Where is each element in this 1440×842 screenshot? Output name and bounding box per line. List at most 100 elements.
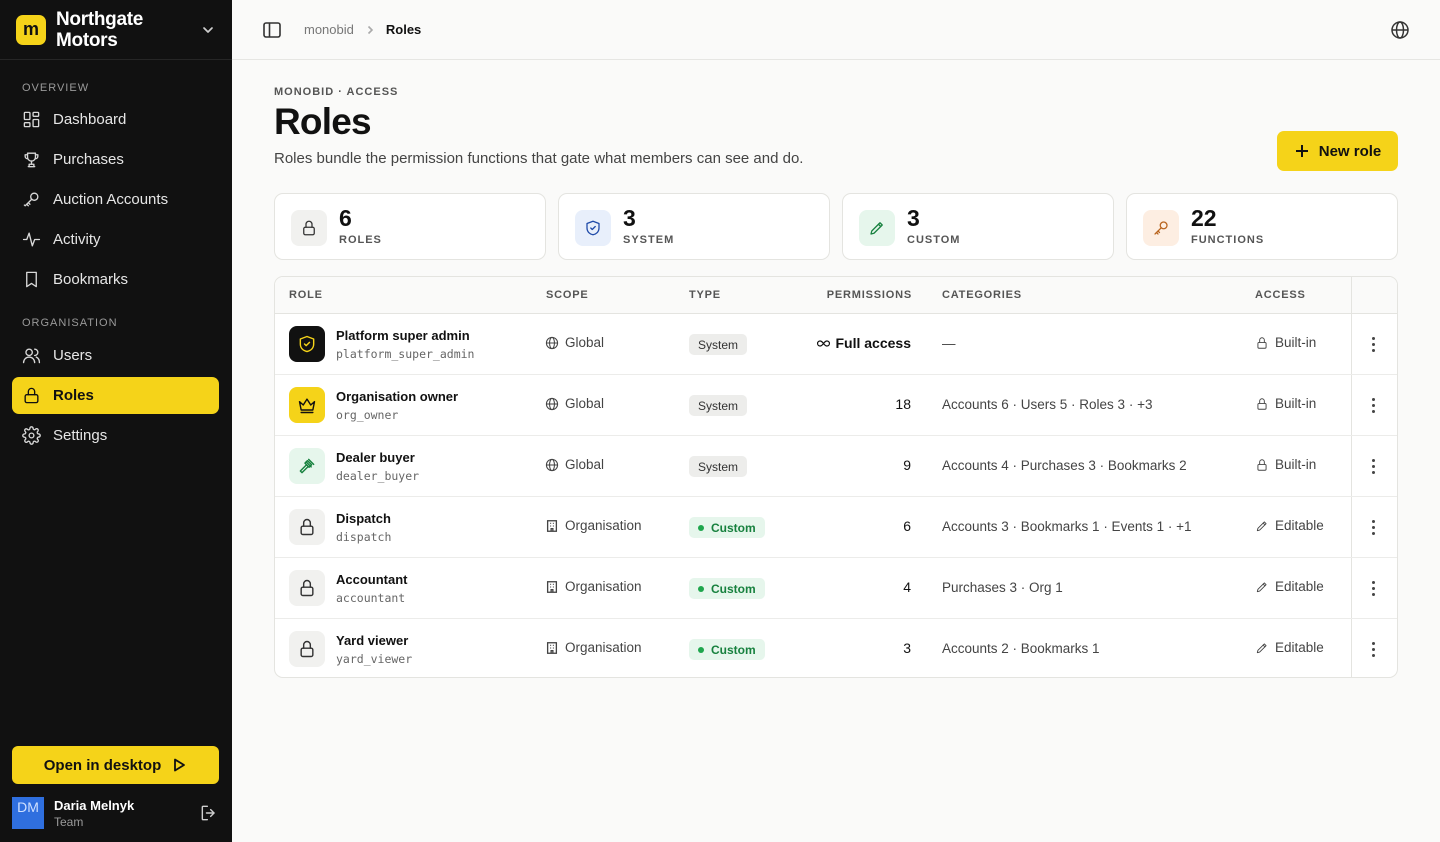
stat-card-custom: 3 CUSTOM	[842, 193, 1114, 260]
row-menu-icon[interactable]	[1365, 639, 1381, 659]
sidebar-item-label: Purchases	[53, 151, 124, 168]
role-scope: Organisation	[545, 518, 642, 533]
role-name: Platform super admin	[336, 328, 470, 343]
role-access: Built-in	[1255, 396, 1316, 411]
globe-icon	[545, 397, 559, 410]
sidebar-item-users[interactable]: Users	[12, 337, 219, 374]
role-access-label: Editable	[1275, 579, 1324, 594]
role-scope: Organisation	[545, 640, 642, 655]
stat-value: 3	[623, 205, 636, 231]
row-menu-icon[interactable]	[1365, 456, 1381, 476]
new-role-button[interactable]: New role	[1277, 131, 1398, 171]
role-access-label: Editable	[1275, 518, 1324, 533]
sidebar-item-label: Activity	[53, 231, 101, 248]
trophy-icon	[24, 152, 39, 168]
table-header: ROLE SCOPE TYPE PERMISSIONS CATEGORIES A…	[275, 277, 1397, 314]
topbar: monobid Roles	[232, 0, 1440, 60]
status-dot	[698, 524, 704, 531]
lock-icon	[1257, 397, 1267, 410]
row-menu-icon[interactable]	[1365, 517, 1381, 537]
lock-icon	[300, 518, 314, 536]
role-categories: —	[942, 336, 956, 351]
breadcrumb-root[interactable]: monobid	[304, 22, 354, 37]
users-icon	[22, 348, 41, 364]
column-header-type: TYPE	[689, 289, 721, 301]
sidebar-item-label: Auction Accounts	[53, 191, 169, 208]
sidebar-item-roles[interactable]: Roles	[12, 377, 219, 414]
sidebar-toggle-icon[interactable]	[262, 20, 282, 40]
role-code: yard_viewer	[336, 652, 413, 666]
logout-icon[interactable]	[199, 803, 219, 823]
role-access-label: Built-in	[1275, 457, 1317, 472]
role-icon-wrap	[289, 570, 325, 606]
building-icon	[546, 519, 558, 532]
lock-icon	[1257, 458, 1267, 471]
page-subtitle: Roles bundle the permission functions th…	[274, 150, 804, 167]
sidebar-item-bookmarks[interactable]: Bookmarks	[12, 261, 219, 298]
type-badge-label: System	[698, 337, 739, 352]
open-in-desktop-button[interactable]: Open in desktop	[12, 746, 219, 784]
role-scope-label: Global	[565, 396, 605, 411]
table-row[interactable]: Dealer buyer dealer_buyer Global System …	[275, 436, 1397, 497]
chevron-down-icon	[203, 26, 213, 33]
table-row[interactable]: Organisation owner org_owner Global Syst…	[275, 375, 1397, 436]
globe-icon[interactable]	[1390, 20, 1410, 40]
lock-icon	[303, 220, 315, 236]
shield-check-icon	[299, 335, 315, 353]
role-access-label: Built-in	[1275, 396, 1317, 411]
sidebar-item-purchases[interactable]: Purchases	[12, 141, 219, 178]
stat-value: 3	[907, 205, 920, 231]
role-permissions: Full access	[816, 335, 911, 351]
sidebar-item-auction-accounts[interactable]: Auction Accounts	[12, 181, 219, 218]
plus-icon	[1295, 145, 1308, 157]
type-badge: System	[689, 334, 748, 355]
sidebar-item-activity[interactable]: Activity	[12, 221, 219, 258]
brand-name-line2: Motors	[56, 29, 118, 51]
type-badge: Custom	[689, 517, 765, 538]
role-categories: Accounts 3 · Bookmarks 1 · Events 1 · +1	[942, 519, 1192, 534]
role-scope-label: Organisation	[565, 518, 642, 533]
sidebar-item-label: Users	[53, 347, 93, 364]
table-row[interactable]: Yard viewer yard_viewer Organisation Cus…	[275, 619, 1397, 677]
table-row[interactable]: Accountant accountant Organisation Custo…	[275, 558, 1397, 619]
type-badge-label: Custom	[711, 642, 756, 657]
stat-icon-wrap	[859, 210, 895, 246]
type-badge: Custom	[689, 578, 765, 599]
stat-label: FUNCTIONS	[1191, 234, 1265, 246]
column-header-scope: SCOPE	[546, 289, 589, 301]
role-code: platform_super_admin	[336, 347, 475, 361]
row-menu-icon[interactable]	[1365, 395, 1381, 415]
role-categories: Accounts 6 · Users 5 · Roles 3 · +3	[942, 397, 1153, 412]
building-icon	[546, 580, 558, 593]
column-header-categories: CATEGORIES	[942, 289, 1022, 301]
type-badge: Custom	[689, 639, 765, 660]
role-permissions-value: 3	[903, 640, 911, 656]
type-badge: System	[689, 456, 748, 477]
pencil-icon	[1256, 581, 1267, 592]
role-scope: Global	[545, 335, 604, 350]
table-row[interactable]: Platform super admin platform_super_admi…	[275, 314, 1397, 375]
key-icon	[1154, 221, 1168, 235]
lock-icon	[1257, 336, 1267, 349]
row-menu-icon[interactable]	[1365, 334, 1381, 354]
row-menu-icon[interactable]	[1365, 578, 1381, 598]
role-access: Editable	[1255, 640, 1324, 655]
role-categories: Accounts 4 · Purchases 3 · Bookmarks 2	[942, 458, 1187, 473]
sidebar-item-dashboard[interactable]: Dashboard	[12, 101, 219, 138]
user-team: Team	[54, 814, 84, 829]
role-scope-label: Organisation	[565, 640, 642, 655]
stat-value: 6	[339, 205, 352, 231]
sidebar-item-settings[interactable]: Settings	[12, 417, 219, 454]
lock-icon	[24, 387, 39, 404]
role-code: accountant	[336, 591, 406, 605]
role-icon-wrap	[289, 326, 325, 362]
shield-icon	[586, 220, 600, 236]
role-icon-wrap	[289, 509, 325, 545]
org-switcher[interactable]: m Northgate Motors	[0, 0, 232, 60]
play-icon	[174, 758, 186, 772]
sidebar-item-label: Dashboard	[53, 111, 127, 128]
table-row[interactable]: Dispatch dispatch Organisation Custom 6 …	[275, 497, 1397, 558]
globe-icon	[545, 336, 559, 349]
user-profile[interactable]: DM Daria Melnyk Team	[12, 796, 219, 830]
infinity-icon	[816, 339, 830, 347]
